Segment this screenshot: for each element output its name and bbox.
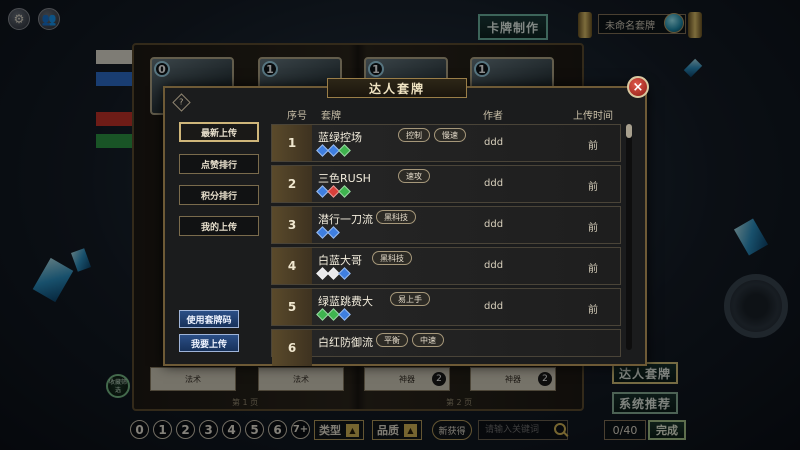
table-row[interactable]: 5 绿蓝跳费大 易上手 ddd 前: [271, 288, 621, 326]
deck-tag: 黑科技: [372, 251, 412, 265]
deck-name: 白红防御流: [318, 336, 373, 349]
deck-author: ddd: [484, 137, 504, 148]
deck-colors: [316, 308, 351, 321]
deck-name: 白蓝大哥: [318, 254, 362, 267]
deck-upload-time: 前: [588, 141, 598, 152]
deck-name: 潜行一刀流: [318, 213, 373, 226]
row-index: 2: [272, 166, 312, 202]
scroll-thumb[interactable]: [626, 124, 632, 138]
row-index: 5: [272, 289, 312, 325]
deck-upload-time: 前: [588, 305, 598, 316]
help-icon-glyph: ?: [179, 98, 184, 107]
blue-gem-icon: [338, 267, 351, 280]
deck-tag: 慢速: [434, 128, 466, 142]
row-index: 6: [272, 330, 312, 366]
deck-upload-time: 前: [588, 182, 598, 193]
deck-tags: 黑科技: [372, 251, 412, 265]
deck-name: 蓝绿控场: [318, 131, 362, 144]
deck-tag: 平衡: [376, 333, 408, 347]
table-row[interactable]: 1 蓝绿控场 控制 慢速 ddd 前: [271, 124, 621, 162]
col-deck: 套牌: [321, 110, 341, 122]
blue-gem-icon: [327, 226, 340, 239]
deck-tags: 速攻: [398, 169, 430, 183]
deck-author: ddd: [484, 178, 504, 189]
deck-name: 三色RUSH: [318, 172, 371, 185]
deck-tags: 黑科技: [376, 210, 416, 224]
close-icon[interactable]: ×: [627, 76, 649, 98]
deck-tag: 易上手: [390, 292, 430, 306]
green-gem-icon: [338, 185, 351, 198]
row-index: 1: [272, 125, 312, 161]
table-row[interactable]: 2 三色RUSH 速攻 ddd 前: [271, 165, 621, 203]
deck-upload-time: 前: [588, 223, 598, 234]
table-header: 序号 套牌 作者 上传时间: [271, 104, 641, 124]
col-index: 序号: [287, 110, 307, 122]
row-index: 4: [272, 248, 312, 284]
deck-tags: 控制 慢速: [398, 128, 466, 142]
table-row[interactable]: 4 白蓝大哥 黑科技 ddd 前: [271, 247, 621, 285]
menu-my-uploads[interactable]: 我的上传: [179, 216, 259, 236]
deck-colors: [316, 226, 340, 239]
deck-colors: [316, 144, 351, 157]
deck-author: ddd: [484, 219, 504, 230]
deck-colors: [316, 185, 351, 198]
menu-latest-upload[interactable]: 最新上传: [179, 122, 259, 142]
deck-tag: 中速: [412, 333, 444, 347]
col-time: 上传时间: [573, 110, 613, 122]
deck-tags: 平衡 中速: [376, 333, 444, 347]
deck-tags: 易上手: [390, 292, 430, 306]
scrollbar[interactable]: [626, 124, 632, 350]
deck-author: ddd: [484, 301, 504, 312]
col-author: 作者: [483, 110, 503, 122]
menu-likes-ranking[interactable]: 点赞排行: [179, 154, 259, 174]
use-deck-code-button[interactable]: 使用套牌码: [179, 310, 239, 328]
deck-name: 绿蓝跳费大: [318, 295, 373, 308]
table-row[interactable]: 6 白红防御流 平衡 中速: [271, 329, 621, 366]
deck-tag: 黑科技: [376, 210, 416, 224]
deck-colors: [316, 267, 351, 280]
expert-decks-modal: 达人套牌 × ? 最新上传 点赞排行 积分排行 我的上传 使用套牌码 我要上传 …: [163, 76, 649, 366]
deck-tag: 速攻: [398, 169, 430, 183]
table-row[interactable]: 3 潜行一刀流 黑科技 ddd 前: [271, 206, 621, 244]
blue-gem-icon: [338, 308, 351, 321]
deck-tag: 控制: [398, 128, 430, 142]
upload-button[interactable]: 我要上传: [179, 334, 239, 352]
help-icon[interactable]: ?: [172, 93, 191, 112]
deck-author: ddd: [484, 260, 504, 271]
modal-title: 达人套牌: [327, 78, 467, 98]
green-gem-icon: [338, 144, 351, 157]
deck-upload-time: 前: [588, 264, 598, 275]
row-index: 3: [272, 207, 312, 243]
menu-points-ranking[interactable]: 积分排行: [179, 185, 259, 205]
